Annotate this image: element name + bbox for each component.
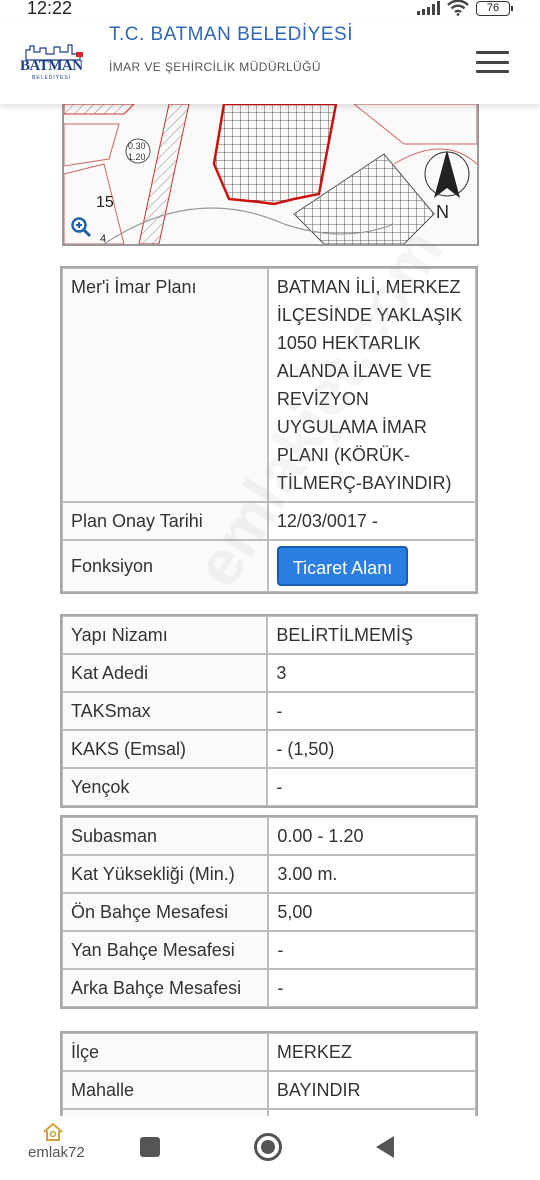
row-label: KAKS (Emsal) bbox=[62, 730, 268, 768]
hamburger-menu-icon[interactable] bbox=[476, 51, 509, 73]
app-header: BATMAN BELEDİYESİ T.C. BATMAN BELEDİYESİ… bbox=[0, 20, 540, 104]
back-button[interactable] bbox=[376, 1136, 394, 1158]
row-label: Mer'i İmar Planı bbox=[62, 268, 268, 502]
signal-icon bbox=[417, 1, 440, 15]
row-value: Ticaret Alanı bbox=[267, 540, 476, 592]
row-label: Yan Bahçe Mesafesi bbox=[62, 931, 269, 969]
table-row: TAKSmax - bbox=[62, 692, 476, 730]
map-drawing: 0.30 1.20 15 4 N bbox=[64, 104, 477, 244]
status-bar: 12:22 76 bbox=[0, 0, 540, 20]
row-label: Fonksiyon bbox=[62, 540, 268, 592]
map-label-parcel-number: 15 bbox=[96, 194, 114, 211]
row-label: Kat Adedi bbox=[62, 654, 268, 692]
row-label: Yençok bbox=[62, 768, 268, 806]
table-row: İlçe MERKEZ bbox=[62, 1033, 476, 1071]
table-row: Yapı Nizamı BELİRTİLMEMİŞ bbox=[62, 616, 476, 654]
row-label: Subasman bbox=[62, 817, 269, 855]
plan-info-table: Mer'i İmar Planı BATMAN İLİ, MERKEZ İLÇE… bbox=[60, 266, 478, 594]
map-label-block-number: 4 bbox=[100, 233, 106, 244]
row-label: Arka Bahçe Mesafesi bbox=[62, 969, 269, 1007]
system-nav-bar: emlak72 bbox=[0, 1116, 540, 1180]
table-row: Plan Onay Tarihi 12/03/0017 - bbox=[62, 502, 476, 540]
function-button[interactable]: Ticaret Alanı bbox=[276, 546, 409, 586]
table-row: Kat Adedi 3 bbox=[62, 654, 476, 692]
status-time: 12:22 bbox=[27, 0, 73, 18]
row-label: Plan Onay Tarihi bbox=[62, 502, 268, 540]
row-value: 0.00 - 1.20 bbox=[268, 817, 476, 855]
location-info-table: İlçe MERKEZ Mahalle BAYINDIR bbox=[60, 1031, 478, 1119]
row-value: - bbox=[268, 931, 476, 969]
header-subtitle: İMAR VE ŞEHİRCİLİK MÜDÜRLÜĞÜ bbox=[109, 60, 321, 74]
row-value: - (1,50) bbox=[267, 730, 476, 768]
map-label-north: N bbox=[436, 202, 449, 222]
row-value: 3.00 m. bbox=[268, 855, 476, 893]
table-row: KAKS (Emsal) - (1,50) bbox=[62, 730, 476, 768]
row-value: MERKEZ bbox=[267, 1033, 476, 1071]
row-value: 5,00 bbox=[268, 893, 476, 931]
zoom-in-icon[interactable] bbox=[70, 216, 92, 238]
recent-apps-button[interactable] bbox=[140, 1137, 160, 1157]
emlak-logo: emlak72 bbox=[28, 1120, 85, 1168]
batman-logo[interactable]: BATMAN BELEDİYESİ bbox=[20, 42, 92, 90]
table-row: Arka Bahçe Mesafesi - bbox=[62, 969, 476, 1007]
row-label: Kat Yüksekliği (Min.) bbox=[62, 855, 269, 893]
status-icons: 76 bbox=[417, 0, 513, 16]
table-row: Mer'i İmar Planı BATMAN İLİ, MERKEZ İLÇE… bbox=[62, 268, 476, 502]
zoning-map[interactable]: 0.30 1.20 15 4 N bbox=[62, 104, 479, 246]
row-label: TAKSmax bbox=[62, 692, 268, 730]
row-label: İlçe bbox=[62, 1033, 268, 1071]
distance-info-table: Subasman 0.00 - 1.20 Kat Yüksekliği (Min.… bbox=[60, 815, 478, 1009]
row-value: - bbox=[267, 768, 476, 806]
home-button[interactable] bbox=[254, 1133, 282, 1161]
header-title: T.C. BATMAN BELEDİYESİ bbox=[109, 24, 353, 45]
table-row: Fonksiyon Ticaret Alanı bbox=[62, 540, 476, 592]
plan-name-value: BATMAN İLİ, MERKEZ İLÇESİNDE YAKLAŞIK 10… bbox=[267, 268, 476, 502]
map-label-ratio-bottom: 1.20 bbox=[128, 152, 146, 162]
row-value: - bbox=[268, 969, 476, 1007]
row-value: 12/03/0017 - bbox=[267, 502, 476, 540]
row-value: BELİRTİLMEMİŞ bbox=[267, 616, 476, 654]
row-value: BAYINDIR bbox=[267, 1071, 476, 1109]
table-row: Yan Bahçe Mesafesi - bbox=[62, 931, 476, 969]
logo-text: BATMAN bbox=[20, 58, 83, 74]
row-label: Ön Bahçe Mesafesi bbox=[62, 893, 269, 931]
table-row: Ön Bahçe Mesafesi 5,00 bbox=[62, 893, 476, 931]
table-row: Kat Yüksekliği (Min.) 3.00 m. bbox=[62, 855, 476, 893]
row-label: Mahalle bbox=[62, 1071, 268, 1109]
logo-subtext: BELEDİYESİ bbox=[32, 75, 72, 81]
building-info-table: Yapı Nizamı BELİRTİLMEMİŞ Kat Adedi 3 TAKS… bbox=[60, 614, 478, 808]
wifi-icon bbox=[447, 0, 469, 16]
emlak-logo-text: emlak72 bbox=[28, 1144, 85, 1161]
row-value: 3 bbox=[267, 654, 476, 692]
table-row: Mahalle BAYINDIR bbox=[62, 1071, 476, 1109]
house-logo-icon bbox=[43, 1122, 63, 1141]
table-row: Subasman 0.00 - 1.20 bbox=[62, 817, 476, 855]
map-label-ratio-top: 0.30 bbox=[128, 141, 146, 151]
battery-icon: 76 bbox=[476, 0, 513, 16]
table-row: Yençok - bbox=[62, 768, 476, 806]
row-value: - bbox=[267, 692, 476, 730]
row-label: Yapı Nizamı bbox=[62, 616, 268, 654]
